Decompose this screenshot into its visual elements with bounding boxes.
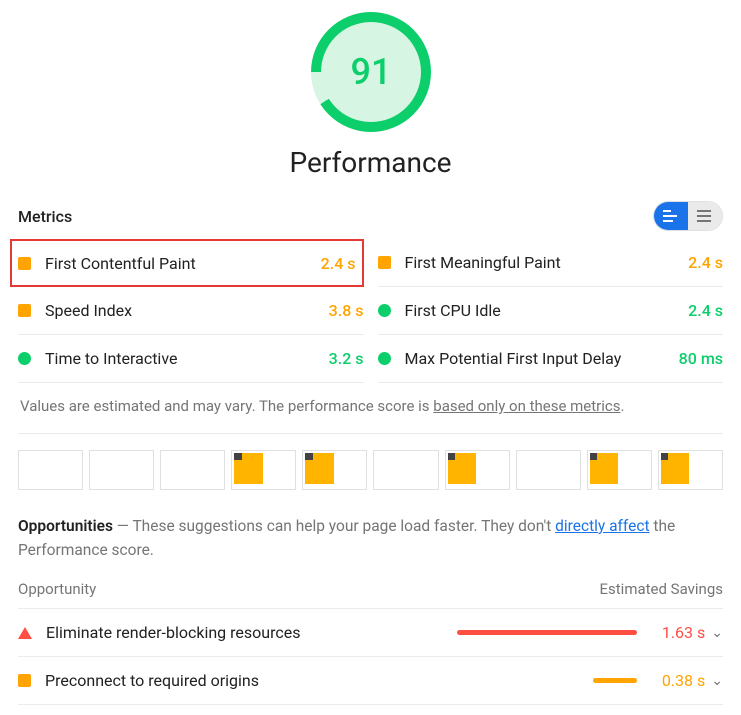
opportunity-label: Eliminate render-blocking resources	[46, 623, 447, 642]
view-toggle-detail[interactable]	[688, 202, 722, 230]
intro-dash: —	[113, 517, 133, 535]
view-toggle	[653, 201, 723, 231]
filmstrip-frame	[516, 450, 581, 490]
metric-fmp[interactable]: First Meaningful Paint 2.4 s	[378, 239, 724, 287]
metric-label: Time to Interactive	[45, 349, 329, 368]
opportunity-header-right: Estimated Savings	[600, 580, 724, 598]
gauge-title: Performance	[290, 146, 452, 179]
footer-text: Values are estimated and may vary. The p…	[20, 397, 433, 415]
filmstrip-frame	[302, 450, 367, 490]
filmstrip-frame	[160, 450, 225, 490]
view-toggle-summary[interactable]	[654, 202, 688, 230]
metric-label: First Contentful Paint	[45, 254, 321, 273]
opportunity-item[interactable]: Preconnect to required origins 0.38 s ⌄	[18, 657, 723, 705]
footer-text-after: .	[620, 397, 624, 415]
opportunities-headers: Opportunity Estimated Savings	[18, 580, 723, 609]
metrics-footer-link[interactable]: based only on these metrics	[433, 397, 620, 415]
chevron-down-icon: ⌄	[711, 673, 723, 689]
metric-fcp[interactable]: First Contentful Paint 2.4 s	[10, 239, 364, 287]
filmstrip-frame	[373, 450, 438, 490]
opportunity-value: 1.63 s	[645, 623, 705, 642]
status-icon	[18, 352, 31, 365]
metric-label: Speed Index	[45, 301, 329, 320]
savings-bar	[593, 678, 637, 683]
opportunity-label: Preconnect to required origins	[45, 671, 447, 690]
filmstrip-frame	[658, 450, 723, 490]
intro-text: These suggestions can help your page loa…	[132, 517, 555, 535]
status-icon	[378, 304, 391, 317]
opportunities-intro-link[interactable]: directly affect	[555, 517, 649, 535]
metric-label: First Meaningful Paint	[405, 253, 689, 272]
status-icon	[18, 304, 31, 317]
opportunity-value: 0.38 s	[645, 671, 705, 690]
metric-speed-index[interactable]: Speed Index 3.8 s	[18, 287, 364, 335]
metric-value: 2.4 s	[321, 254, 356, 273]
filmstrip	[18, 450, 723, 490]
metric-value: 2.4 s	[688, 253, 723, 272]
chevron-down-icon: ⌄	[711, 625, 723, 641]
metric-cpu-idle[interactable]: First CPU Idle 2.4 s	[378, 287, 724, 335]
metric-value: 3.2 s	[329, 349, 364, 368]
opportunity-header-left: Opportunity	[18, 580, 96, 598]
metric-value: 80 ms	[679, 349, 723, 368]
metric-value: 2.4 s	[688, 301, 723, 320]
filmstrip-frame	[587, 450, 652, 490]
filmstrip-frame	[231, 450, 296, 490]
metrics-footer: Values are estimated and may vary. The p…	[18, 383, 723, 434]
status-icon	[378, 352, 391, 365]
filmstrip-frame	[89, 450, 154, 490]
metrics-grid: First Contentful Paint 2.4 s First Meani…	[18, 239, 723, 383]
status-icon	[18, 257, 31, 270]
gauge-score: 91	[350, 51, 391, 93]
filmstrip-frame	[18, 450, 83, 490]
status-icon	[378, 256, 391, 269]
status-icon	[18, 627, 32, 639]
metric-label: Max Potential First Input Delay	[405, 349, 679, 368]
filmstrip-frame	[445, 450, 510, 490]
detail-icon	[697, 210, 713, 222]
metric-label: First CPU Idle	[405, 301, 689, 320]
opportunities-intro: Opportunities — These suggestions can he…	[18, 514, 723, 562]
savings-bar	[457, 630, 637, 635]
metrics-section-title: Metrics	[18, 207, 72, 226]
metric-tti[interactable]: Time to Interactive 3.2 s	[18, 335, 364, 383]
gauge-ring: 91	[311, 12, 431, 132]
metric-fid[interactable]: Max Potential First Input Delay 80 ms	[378, 335, 724, 383]
opportunities-title: Opportunities	[18, 517, 113, 535]
performance-gauge: 91 Performance	[18, 12, 723, 179]
opportunity-item[interactable]: Eliminate render-blocking resources 1.63…	[18, 609, 723, 657]
summary-icon	[663, 210, 679, 222]
status-icon	[18, 674, 31, 687]
metric-value: 3.8 s	[329, 301, 364, 320]
